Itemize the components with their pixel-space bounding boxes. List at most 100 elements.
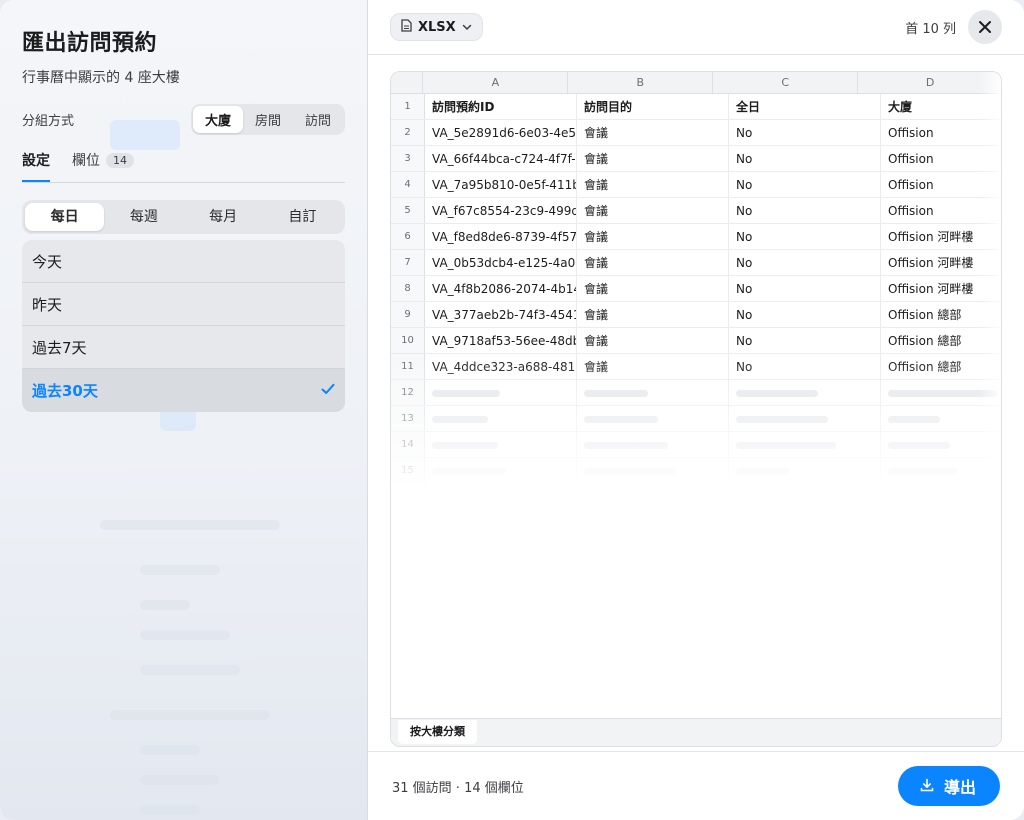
settings-content: 匯出訪問預約 行事曆中顯示的 4 座大樓 分組方式 大廈 房間 訪問 設定 欄位… [0,0,367,412]
preset-today[interactable]: 今天 [22,240,345,283]
placeholder-cell [881,380,1001,405]
header-cell: 訪問預約ID [425,94,577,119]
skeleton-bar [584,416,658,423]
skeleton-bar [888,520,978,527]
close-button[interactable] [968,10,1002,44]
preset-yesterday[interactable]: 昨天 [22,283,345,326]
export-summary: 31 個訪問 · 14 個欄位 [392,780,524,796]
table-cell: Offision 總部 [881,302,1001,327]
skeleton-bar [736,520,806,527]
background-blur [140,665,240,675]
table-cell: No [729,276,881,301]
table-cell: 會議 [577,146,729,171]
preset-label: 昨天 [32,295,63,314]
preset-last-7-days[interactable]: 過去7天 [22,326,345,369]
grouping-option-visit[interactable]: 訪問 [293,106,343,133]
tab-fields[interactable]: 欄位 14 [72,150,134,182]
row-number: 4 [391,172,425,197]
placeholder-cell [881,458,1001,483]
row-number: 8 [391,276,425,301]
table-cell: VA_4ddce323-a688-4818 [425,354,577,379]
grouping-label: 分組方式 [22,113,75,129]
placeholder-cell [881,432,1001,457]
tab-settings[interactable]: 設定 [22,150,50,182]
column-letter: D [858,72,1001,93]
table-cell: VA_7a95b810-0e5f-411b [425,172,577,197]
row-number: 15 [391,458,425,483]
preview-panel: XLSX 首 10 列 A B C D 1 訪問預約ID 訪問目的 全日 大廈 … [368,0,1024,820]
range-option-monthly[interactable]: 每月 [184,203,263,231]
range-option-custom[interactable]: 自訂 [263,203,342,231]
preset-last-30-days[interactable]: 過去30天 [22,369,345,412]
placeholder-cell [881,510,1001,535]
skeleton-bar [888,468,958,475]
background-blur [100,520,280,530]
table-row: 9 VA_377aeb2b-74f3-4541 會議 No Offision 總部 [391,302,1001,328]
table-cell: VA_9718af53-56ee-48db [425,328,577,353]
placeholder-row: 13 [391,406,1001,432]
table-cell: 會議 [577,302,729,327]
sheet-tab-by-building[interactable]: 按大樓分類 [398,720,477,744]
skeleton-bar [736,442,836,449]
table-row: 7 VA_0b53dcb4-e125-4a0c 會議 No Offision 河畔樓 [391,250,1001,276]
placeholder-cell [729,406,881,431]
table-cell: VA_377aeb2b-74f3-4541 [425,302,577,327]
table-cell: No [729,198,881,223]
placeholder-cell [577,484,729,509]
header-cell: 大廈 [881,94,1001,119]
table-cell: 會議 [577,276,729,301]
download-icon [920,777,934,796]
placeholder-row: 16 [391,484,1001,510]
placeholder-cell [577,510,729,535]
range-option-weekly[interactable]: 每週 [104,203,183,231]
skeleton-bar [432,416,488,423]
table-cell: Offision 總部 [881,328,1001,353]
preview-toolbar: XLSX 首 10 列 [368,0,1024,55]
table-cell: 會議 [577,120,729,145]
table-cell: 會議 [577,354,729,379]
row-number: 14 [391,432,425,457]
placeholder-cell [577,380,729,405]
grouping-option-room[interactable]: 房間 [243,106,293,133]
skeleton-bar [432,442,498,449]
table-cell: 會議 [577,172,729,197]
range-option-daily[interactable]: 每日 [25,203,105,231]
row-number: 3 [391,146,425,171]
grouping-segmented-control: 大廈 房間 訪問 [190,103,345,135]
background-blur [140,565,220,575]
skeleton-bar [584,494,686,501]
row-number: 2 [391,120,425,145]
row-number: 6 [391,224,425,249]
background-blur [140,630,230,640]
background-blur [110,710,270,720]
placeholder-cell [425,484,577,509]
table-cell: Offision 河畔樓 [881,224,1001,249]
table-cell: Offision [881,120,1001,145]
header-cell: 全日 [729,94,881,119]
background-blur [140,775,220,785]
table-row: 2 VA_5e2891d6-6e03-4e54 會議 No Offision [391,120,1001,146]
placeholder-cell [425,458,577,483]
export-dialog: 匯出訪問預約 行事曆中顯示的 4 座大樓 分組方式 大廈 房間 訪問 設定 欄位… [0,0,1024,820]
table-cell: Offision [881,172,1001,197]
column-header-row: A B C D [391,72,1001,94]
skeleton-bar [432,520,526,527]
table-cell: VA_66f44bca-c724-4f7f-8 [425,146,577,171]
table-cell: VA_0b53dcb4-e125-4a0c [425,250,577,275]
skeleton-bar [736,390,818,397]
table-cell: No [729,120,881,145]
table-cell: No [729,172,881,197]
table-row: 11 VA_4ddce323-a688-4818 會議 No Offision 總部 [391,354,1001,380]
skeleton-bar [888,494,968,501]
checkmark-icon [321,383,335,399]
table-cell: VA_f8ed8de6-8739-4f57- [425,224,577,249]
spreadsheet-preview: A B C D 1 訪問預約ID 訪問目的 全日 大廈 2 VA_5e2891d6-6e03… [390,71,1002,747]
format-dropdown[interactable]: XLSX [390,13,483,41]
row-count-label: 首 10 列 [905,21,956,37]
table-cell: VA_4f8b2086-2074-4b14 [425,276,577,301]
grouping-option-building[interactable]: 大廈 [192,105,243,133]
export-button[interactable]: 導出 [897,766,1000,806]
header-cell: 訪問目的 [577,94,729,119]
table-cell: No [729,224,881,249]
skeleton-bar [736,494,798,501]
